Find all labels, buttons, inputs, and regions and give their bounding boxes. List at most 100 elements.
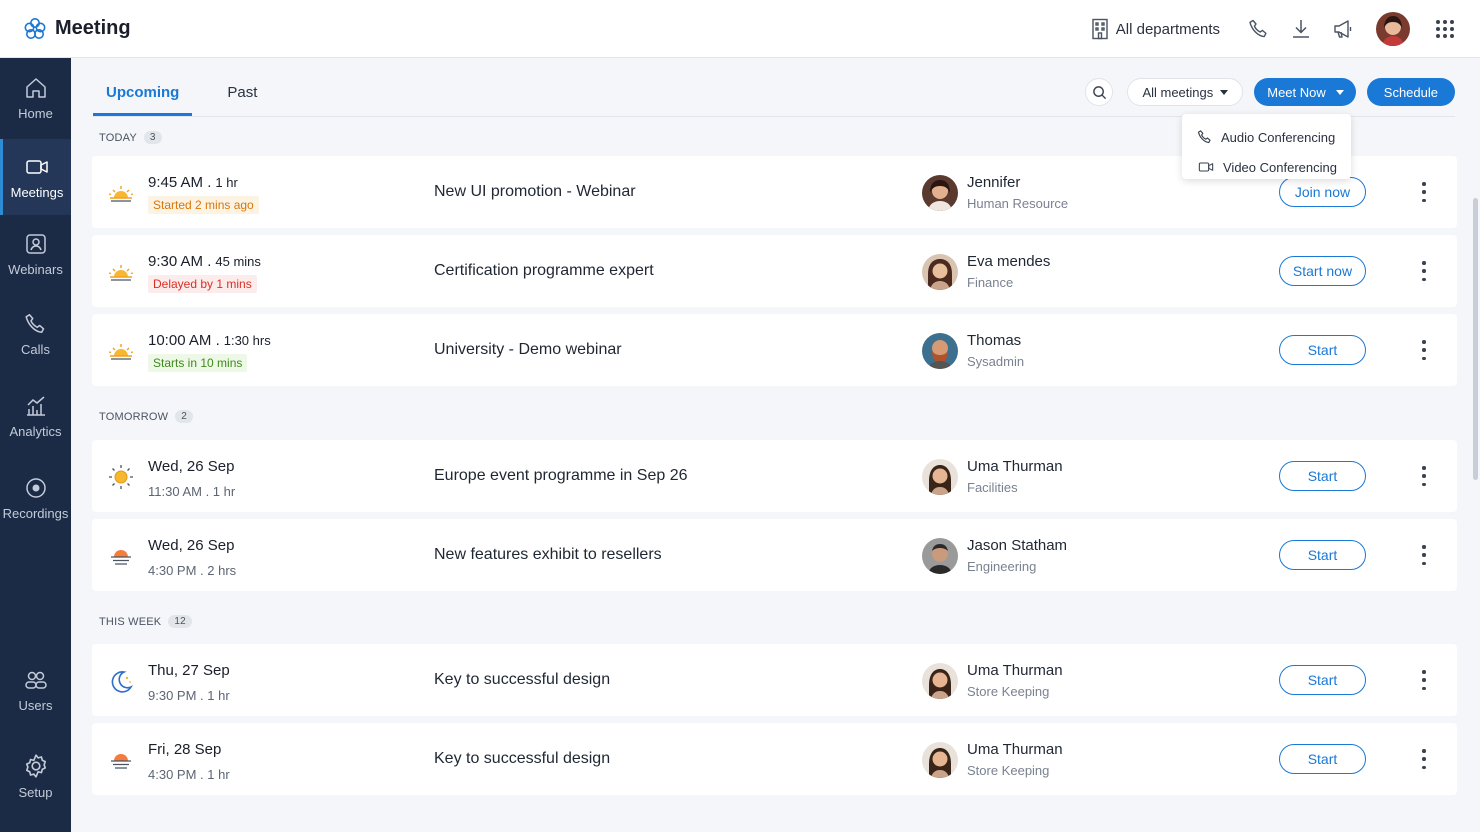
sunrise-icon: [108, 265, 134, 281]
meeting-title[interactable]: University - Demo webinar: [434, 341, 622, 359]
group-label: THIS WEEK: [99, 615, 162, 628]
avatar: [922, 333, 958, 369]
moon-icon: [111, 671, 134, 693]
sidebar-item-calls[interactable]: Calls: [0, 296, 71, 372]
phone-icon[interactable]: [1248, 18, 1270, 40]
user-avatar[interactable]: [1376, 12, 1410, 46]
host-department: Store Keeping: [967, 684, 1050, 699]
meeting-title[interactable]: Europe event programme in Sep 26: [434, 467, 687, 485]
analytics-icon: [26, 395, 45, 416]
host-name: Uma Thurman: [967, 458, 1063, 475]
meeting-date: Wed, 26 Sep: [148, 537, 235, 554]
sidebar-item-webinars[interactable]: Webinars: [0, 216, 71, 292]
meeting-title[interactable]: Key to successful design: [434, 750, 610, 768]
meeting-row[interactable]: Thu, 27 Sep 9:30 PM . 1 hr Key to succes…: [92, 644, 1457, 716]
menu-item-label: Video Conferencing: [1223, 159, 1337, 175]
sidebar-item-meetings[interactable]: Meetings: [0, 139, 71, 215]
tab-upcoming[interactable]: Upcoming: [93, 76, 193, 116]
chevron-down-icon[interactable]: [1335, 89, 1344, 95]
schedule-button[interactable]: Schedule: [1366, 78, 1455, 106]
more-options-icon[interactable]: [1418, 340, 1430, 360]
apps-grid-icon[interactable]: [1434, 18, 1456, 40]
meeting-logo-icon: [24, 17, 46, 39]
more-options-icon[interactable]: [1418, 182, 1430, 202]
host-name: Eva mendes: [967, 253, 1051, 270]
sidebar-item-users[interactable]: Users: [0, 652, 71, 728]
meeting-time: 9:45 AM .1 hr: [148, 174, 238, 191]
avatar: [922, 742, 958, 778]
app-title: Meeting: [55, 17, 131, 39]
start-button[interactable]: Start: [1279, 744, 1366, 774]
start-button[interactable]: Start: [1279, 335, 1366, 365]
meeting-time: 4:30 PM . 1 hr: [148, 767, 230, 782]
group-header-this-week: THIS WEEK 12: [99, 615, 192, 628]
count-badge: 3: [143, 131, 162, 144]
video-icon: [26, 159, 48, 174]
meetings-filter-dropdown[interactable]: All meetings: [1127, 78, 1244, 106]
sidebar-item-label: Webinars: [8, 261, 63, 277]
more-options-icon[interactable]: [1418, 545, 1430, 565]
meeting-date: Fri, 28 Sep: [148, 741, 222, 758]
sidebar: Home Meetings Webinars Calls Analytics R…: [0, 58, 71, 832]
sidebar-item-setup[interactable]: Setup: [0, 738, 71, 814]
meeting-row[interactable]: Wed, 26 Sep 4:30 PM . 2 hrs New features…: [92, 519, 1457, 591]
sidebar-item-analytics[interactable]: Analytics: [0, 378, 71, 454]
meeting-time: 4:30 PM . 2 hrs: [148, 563, 237, 578]
download-icon[interactable]: [1290, 18, 1312, 40]
megaphone-icon[interactable]: [1332, 18, 1354, 40]
meeting-time: 9:30 PM . 1 hr: [148, 688, 230, 703]
status-badge: Started 2 mins ago: [148, 196, 259, 214]
webinar-icon: [25, 233, 46, 254]
meeting-title[interactable]: New UI promotion - Webinar: [434, 183, 636, 201]
host-department: Sysadmin: [967, 354, 1025, 369]
meeting-title[interactable]: Key to successful design: [434, 671, 610, 689]
meet-now-label: Meet Now: [1267, 84, 1326, 100]
search-button[interactable]: [1085, 78, 1114, 106]
menu-item-video-conferencing[interactable]: Video Conferencing: [1182, 152, 1351, 182]
menu-item-label: Audio Conferencing: [1221, 129, 1336, 145]
more-options-icon[interactable]: [1418, 670, 1430, 690]
sidebar-item-home[interactable]: Home: [0, 60, 71, 136]
meeting-row[interactable]: Fri, 28 Sep 4:30 PM . 1 hr Key to succes…: [92, 723, 1457, 795]
more-options-icon[interactable]: [1418, 749, 1430, 769]
sidebar-item-recordings[interactable]: Recordings: [0, 460, 71, 536]
scrollbar[interactable]: [1473, 198, 1478, 480]
host-name: Thomas: [967, 332, 1022, 349]
meeting-title[interactable]: Certification programme expert: [434, 262, 654, 280]
search-icon: [1093, 85, 1107, 99]
sidebar-item-label: Meetings: [10, 184, 64, 200]
meeting-row[interactable]: 9:30 AM . 45 mins Delayed by 1 mins Certi…: [92, 235, 1457, 307]
phone-icon: [24, 313, 44, 333]
filter-label: All meetings: [1142, 84, 1214, 100]
avatar: [922, 175, 958, 211]
group-label: TOMORROW: [99, 410, 169, 423]
brand[interactable]: Meeting: [22, 16, 131, 42]
department-label: All departments: [1115, 20, 1220, 38]
building-icon: [1092, 18, 1108, 40]
department-selector[interactable]: All departments: [1090, 18, 1220, 40]
menu-item-audio-conferencing[interactable]: Audio Conferencing: [1182, 122, 1351, 152]
start-button[interactable]: Start: [1279, 665, 1366, 695]
host-department: Human Resource: [967, 196, 1069, 211]
video-icon: [1198, 162, 1214, 172]
meet-now-menu: Audio Conferencing Video Conferencing: [1182, 114, 1351, 179]
tab-past[interactable]: Past: [214, 76, 270, 116]
meeting-title[interactable]: New features exhibit to resellers: [434, 546, 662, 564]
sunset-icon: [111, 550, 131, 565]
meeting-time: 9:30 AM . 45 mins: [148, 253, 261, 270]
start-button[interactable]: Start: [1279, 540, 1366, 570]
tab-bar: Upcoming Past: [93, 76, 292, 116]
more-options-icon[interactable]: [1418, 261, 1430, 281]
sidebar-item-label: Setup: [18, 784, 53, 800]
meet-now-button[interactable]: Meet Now: [1254, 78, 1356, 106]
meeting-row[interactable]: 10:00 AM . 1:30 hrs Starts in 10 mins Uni…: [92, 314, 1457, 386]
meeting-date: Thu, 27 Sep: [148, 662, 230, 679]
host-department: Store Keeping: [967, 763, 1050, 778]
host-name: Uma Thurman: [967, 662, 1063, 679]
more-options-icon[interactable]: [1418, 466, 1430, 486]
host-department: Engineering: [967, 559, 1037, 574]
group-label: TODAY: [99, 131, 137, 144]
start-now-button[interactable]: Start now: [1279, 256, 1366, 286]
start-button[interactable]: Start: [1279, 461, 1366, 491]
meeting-row[interactable]: Wed, 26 Sep 11:30 AM . 1 hr Europe event…: [92, 440, 1457, 512]
